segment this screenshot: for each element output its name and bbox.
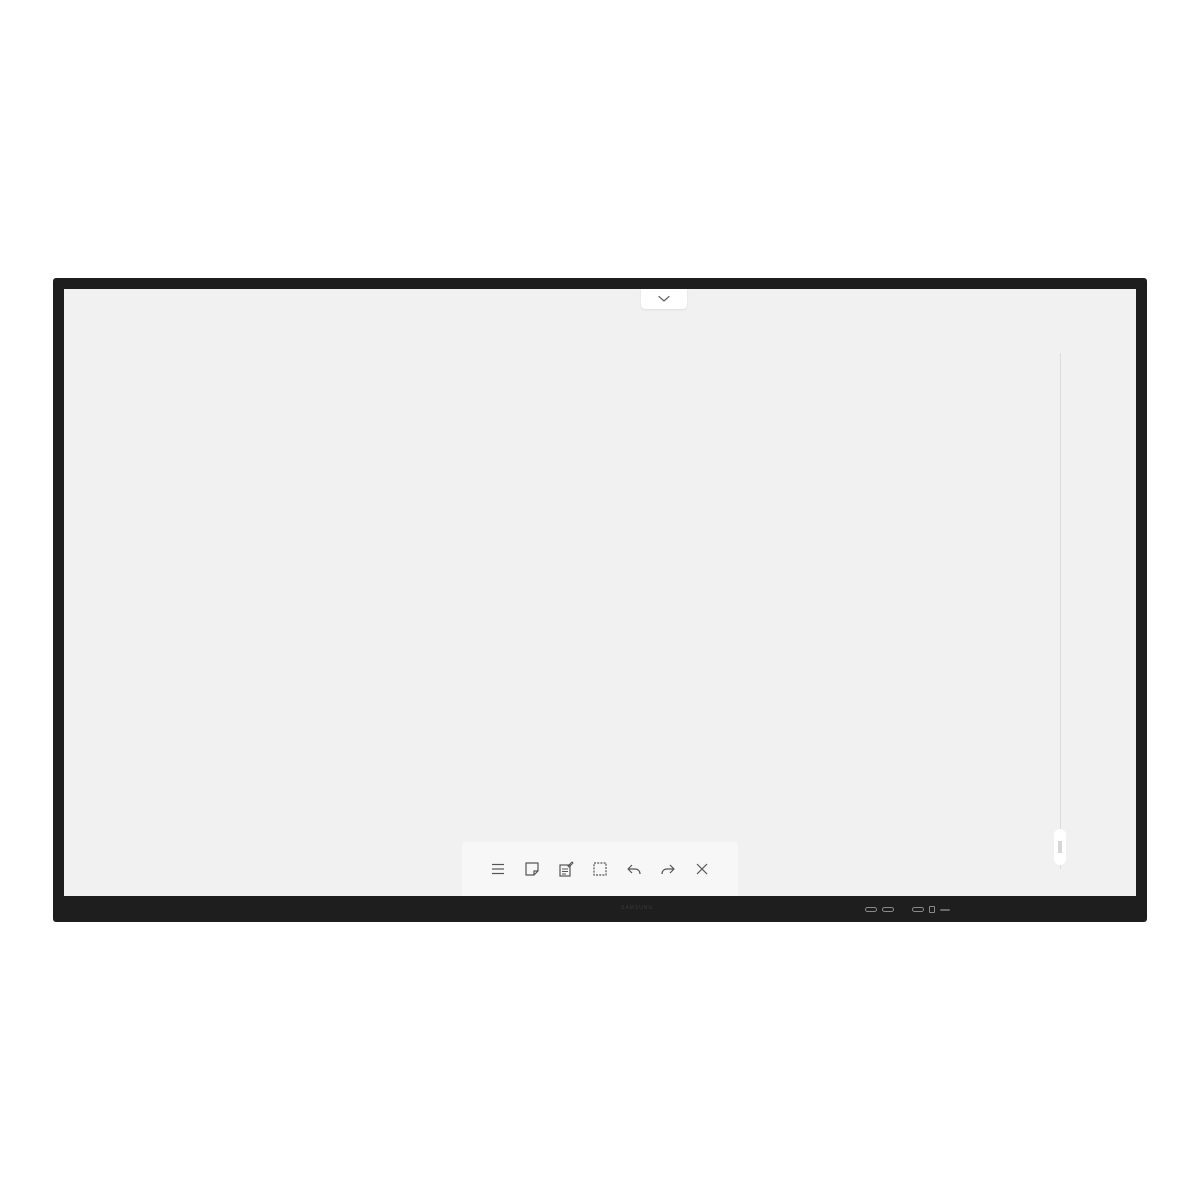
- whiteboard-canvas[interactable]: [64, 289, 1136, 896]
- sticky-note-button[interactable]: [517, 854, 547, 884]
- top-pull-tab[interactable]: [641, 289, 687, 309]
- redo-icon: [661, 864, 675, 875]
- menu-button[interactable]: [483, 854, 513, 884]
- product-image: SAMSUNG: [0, 0, 1200, 1200]
- indicator-light: [940, 908, 950, 911]
- side-panel-rail: [1060, 353, 1061, 869]
- redo-button[interactable]: [653, 854, 683, 884]
- hardware-button[interactable]: [882, 907, 894, 912]
- insert-button[interactable]: [551, 854, 581, 884]
- menu-icon: [492, 863, 504, 875]
- close-button[interactable]: [687, 854, 717, 884]
- close-icon: [696, 863, 708, 875]
- bottom-toolbar: [462, 842, 738, 896]
- select-button[interactable]: [585, 854, 615, 884]
- hardware-button[interactable]: [865, 907, 877, 912]
- hardware-button[interactable]: [912, 907, 924, 912]
- chevron-down-icon: [658, 295, 670, 302]
- side-panel-handle[interactable]: [1054, 829, 1066, 865]
- grip-handle-icon: [1058, 841, 1062, 853]
- undo-button[interactable]: [619, 854, 649, 884]
- sticky-note-icon: [525, 862, 539, 876]
- power-button[interactable]: [929, 906, 935, 913]
- select-area-icon: [593, 862, 607, 876]
- insert-document-icon: [559, 861, 574, 877]
- display-bezel: SAMSUNG: [53, 278, 1147, 922]
- brand-logo: SAMSUNG: [621, 905, 654, 911]
- undo-icon: [627, 864, 641, 875]
- hardware-buttons: [865, 906, 950, 913]
